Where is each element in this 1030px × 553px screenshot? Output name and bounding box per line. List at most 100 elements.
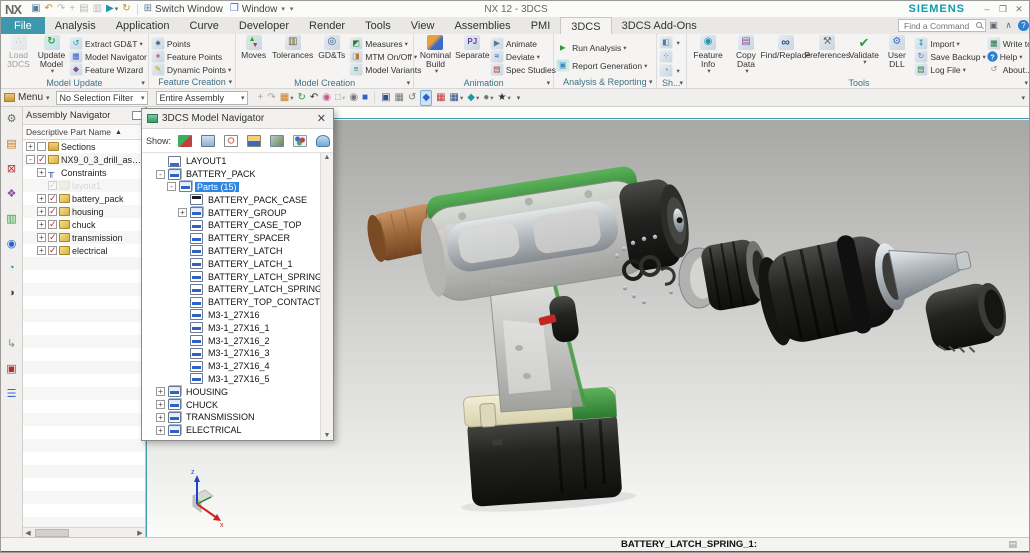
- tab-render[interactable]: Render: [299, 17, 355, 34]
- redo-icon[interactable]: ↷: [57, 3, 65, 15]
- tab-tools[interactable]: Tools: [355, 17, 401, 34]
- model-tree-item[interactable]: BATTERY_LATCH: [142, 245, 320, 258]
- show-hide-button-2[interactable]: [658, 50, 680, 64]
- model-navigator-button[interactable]: Model Navigator: [68, 50, 147, 63]
- model-tree-item[interactable]: BATTERY_LATCH_SPRING: [142, 270, 320, 283]
- show-hide-button-3[interactable]: ▾: [658, 64, 680, 78]
- spec-studies-button[interactable]: Spec Studies: [489, 63, 556, 76]
- model-tree-item[interactable]: M3-1_27X16_5: [142, 373, 320, 386]
- dynamic-points-button[interactable]: Dynamic Points▾: [150, 63, 231, 76]
- close-icon[interactable]: ✕: [315, 112, 328, 125]
- ribbon-group-label[interactable]: Feature Creation▾: [150, 76, 234, 88]
- assembly-tree-item[interactable]: - NX9_0_3_drill_assy_Syst...: [23, 153, 145, 166]
- measures-button[interactable]: Measures▾: [348, 37, 421, 50]
- mtm-on-off-button[interactable]: MTM On/Off▾: [348, 50, 421, 63]
- model-tree-item[interactable]: - BATTERY_PACK: [142, 168, 320, 181]
- ribbon-options-icon[interactable]: ▣: [986, 20, 1001, 31]
- find-command-input[interactable]: [902, 20, 973, 31]
- tab-developer[interactable]: Developer: [229, 17, 299, 34]
- model-tree-item[interactable]: + TRANSMISSION: [142, 411, 320, 424]
- gear-icon[interactable]: ⚙: [4, 110, 20, 126]
- part-navigator-icon[interactable]: ❖: [4, 185, 20, 201]
- style-icon[interactable]: ◆▾: [467, 91, 479, 105]
- scrollbar-thumb[interactable]: [35, 529, 69, 537]
- assembly-tree-item[interactable]: layout1: [23, 179, 145, 192]
- nominal-build-button[interactable]: Nominal Build▾: [415, 35, 456, 77]
- model-tree-item[interactable]: M3-1_27X16_3: [142, 347, 320, 360]
- log-file-button[interactable]: Log File▾: [913, 63, 985, 76]
- model-tree-item[interactable]: BATTERY_LATCH_SPRING_1: [142, 283, 320, 296]
- show-features-icon[interactable]: [289, 132, 310, 150]
- clock-icon[interactable]: ◑: [4, 285, 20, 301]
- points-button[interactable]: Points: [150, 37, 231, 50]
- ribbon-group-label[interactable]: Analysis & Reporting▾: [555, 75, 654, 88]
- view-layout-icon[interactable]: ▦▾: [450, 91, 464, 105]
- expand-collapse-icon[interactable]: +: [37, 168, 46, 177]
- expand-collapse-icon[interactable]: -: [26, 155, 35, 164]
- expand-collapse-icon[interactable]: -: [156, 170, 165, 179]
- feature-info-button[interactable]: Feature Info▾: [688, 35, 728, 77]
- fit-view-icon[interactable]: ◉: [349, 91, 358, 105]
- constraint-navigator-icon[interactable]: ⊠: [4, 160, 20, 176]
- model-tree-item[interactable]: LAYOUT1: [142, 155, 320, 168]
- component-checkbox[interactable]: [48, 220, 57, 229]
- add-icon[interactable]: +: [69, 3, 75, 15]
- model-tree-item[interactable]: BATTERY_TOP_CONTACT: [142, 296, 320, 309]
- help-icon[interactable]: ?: [1018, 20, 1029, 31]
- repeat-command-icon[interactable]: ↻: [122, 3, 130, 15]
- expand-collapse-icon[interactable]: +: [156, 387, 165, 396]
- expand-collapse-icon[interactable]: +: [156, 426, 165, 435]
- window-menu-button[interactable]: ❐Window▾: [230, 3, 285, 15]
- sphere-icon[interactable]: ●▾: [483, 91, 493, 105]
- model-variants-button[interactable]: Model Variants: [348, 63, 421, 76]
- help-button[interactable]: Help▾: [986, 50, 1030, 63]
- model-tree-item[interactable]: + CHUCK: [142, 398, 320, 411]
- validate-button[interactable]: Validate▾: [847, 35, 880, 77]
- snap-point-icon[interactable]: +: [258, 91, 264, 105]
- preferences-button[interactable]: Preferences: [807, 35, 847, 77]
- rotate-icon[interactable]: ↻: [297, 91, 305, 105]
- color-legend-icon[interactable]: [4, 310, 20, 326]
- copy-icon[interactable]: ▤: [79, 3, 88, 15]
- find-command-box[interactable]: [898, 19, 986, 32]
- deviate-button[interactable]: Deviate▾: [489, 50, 556, 63]
- minimize-button[interactable]: –: [979, 4, 995, 14]
- history-icon[interactable]: ◔: [4, 260, 20, 276]
- model-tree-item[interactable]: M3-1_27X16_1: [142, 321, 320, 334]
- capture-icon[interactable]: ▣: [4, 360, 20, 376]
- tolerances-button[interactable]: Tolerances: [270, 35, 315, 77]
- run-analysis-button[interactable]: Run Analysis▾: [555, 39, 647, 57]
- tab-application[interactable]: Application: [106, 17, 180, 34]
- assembly-tree-item[interactable]: + Sections: [23, 140, 145, 153]
- ribbon-group-label[interactable]: Sh...▾: [658, 78, 685, 88]
- component-checkbox[interactable]: [37, 142, 46, 151]
- restore-button[interactable]: ❐: [995, 4, 1011, 15]
- import-button[interactable]: Import▾: [913, 37, 985, 50]
- copy-data-button[interactable]: Copy Data▾: [728, 35, 764, 77]
- close-button[interactable]: ✕: [1011, 4, 1027, 15]
- tab-view[interactable]: View: [401, 17, 445, 34]
- shaded-view-icon[interactable]: ■: [362, 91, 368, 105]
- toolbar-end-caret[interactable]: ▾: [1021, 94, 1025, 102]
- ribbon-group-label[interactable]: Model Creation▾: [237, 77, 412, 88]
- selection-filter-select[interactable]: No Selection Filter▾: [56, 91, 148, 105]
- animate-button[interactable]: Animate: [489, 37, 556, 50]
- model-tree-item[interactable]: M3-1_27X16_2: [142, 334, 320, 347]
- layout-icon[interactable]: ▦: [395, 91, 404, 105]
- expand-collapse-icon[interactable]: +: [156, 400, 165, 409]
- load-3dcs-button[interactable]: Load 3DCS: [2, 35, 35, 77]
- vertical-scrollbar[interactable]: ▲ ▼: [320, 153, 333, 440]
- assembly-navigator-icon[interactable]: ▤: [4, 135, 20, 151]
- tab-analysis[interactable]: Analysis: [45, 17, 106, 34]
- menu-button[interactable]: Menu▾: [4, 92, 50, 103]
- tab-assemblies[interactable]: Assemblies: [444, 17, 520, 34]
- model-navigator-titlebar[interactable]: 3DCS Model Navigator ✕: [142, 109, 333, 129]
- orbit-icon[interactable]: ↺: [408, 91, 416, 105]
- assembly-tree-item[interactable]: + transmission: [23, 231, 145, 244]
- tab-curve[interactable]: Curve: [180, 17, 229, 34]
- expand-collapse-icon[interactable]: +: [37, 194, 46, 203]
- model-tree-item[interactable]: + ELECTRICAL: [142, 424, 320, 437]
- work-layer-icon[interactable]: ▦▾: [280, 91, 294, 105]
- feature-points-button[interactable]: Feature Points: [150, 50, 231, 63]
- ribbon-group-label[interactable]: Model Update▾: [2, 77, 147, 88]
